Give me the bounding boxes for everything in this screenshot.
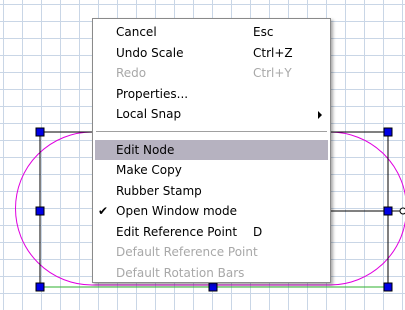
handle-bottom-center[interactable] <box>208 282 218 292</box>
handle-middle-left[interactable] <box>35 206 45 216</box>
menu-item-label: Rubber Stamp <box>116 183 202 198</box>
menu-item-shortcut: D <box>253 224 263 239</box>
menu-item-shortcut: Esc <box>253 25 274 39</box>
handle-top-left[interactable] <box>35 127 45 137</box>
menu-item-label: Edit Reference Point <box>116 224 238 239</box>
handle-middle-right[interactable] <box>383 206 393 216</box>
rotation-handle[interactable] <box>399 207 405 215</box>
handle-bottom-left[interactable] <box>35 282 45 292</box>
menu-item-label: Local Snap <box>116 107 182 121</box>
menu-item-rubber-stamp[interactable]: Rubber Stamp <box>95 181 328 202</box>
menu-item-label: Properties... <box>116 86 189 101</box>
menu-item-label: Undo Scale <box>116 45 184 60</box>
menu-item-properties[interactable]: Properties... <box>95 84 328 105</box>
menu-item-make-copy[interactable]: Make Copy <box>95 160 328 181</box>
menu-item-label: Redo <box>116 66 147 80</box>
menu-item-label: Open Window mode <box>116 204 238 218</box>
menu-item-open-window-mode[interactable]: ✔ Open Window mode <box>95 201 328 222</box>
menu-item-redo[interactable]: Redo Ctrl+Y <box>95 63 328 84</box>
menu-item-local-snap[interactable]: Local Snap <box>95 104 328 125</box>
menu-item-edit-node[interactable]: Edit Node <box>95 139 328 160</box>
context-menu: Cancel Esc Undo Scale Ctrl+Z Redo Ctrl+Y… <box>92 18 331 283</box>
menu-item-label: Make Copy <box>116 163 182 177</box>
menu-item-cancel[interactable]: Cancel Esc <box>95 22 328 43</box>
menu-item-shortcut: Ctrl+Z <box>253 45 293 60</box>
menu-item-default-rotation-bars[interactable]: Default Rotation Bars <box>95 263 328 284</box>
menu-item-label: Default Reference Point <box>116 245 258 259</box>
menu-item-label: Edit Node <box>116 142 175 157</box>
checkmark-icon: ✔ <box>98 204 109 218</box>
handle-bottom-right[interactable] <box>383 282 393 292</box>
menu-item-undo-scale[interactable]: Undo Scale Ctrl+Z <box>95 43 328 64</box>
menu-item-edit-reference-point[interactable]: Edit Reference Point D <box>95 222 328 243</box>
menu-item-label: Cancel <box>116 25 157 39</box>
handle-top-right[interactable] <box>383 127 393 137</box>
menu-item-label: Default Rotation Bars <box>116 265 245 280</box>
submenu-arrow-icon <box>318 111 322 119</box>
menu-separator <box>96 130 327 133</box>
menu-item-shortcut: Ctrl+Y <box>253 66 292 80</box>
menu-item-default-reference-point[interactable]: Default Reference Point <box>95 242 328 263</box>
